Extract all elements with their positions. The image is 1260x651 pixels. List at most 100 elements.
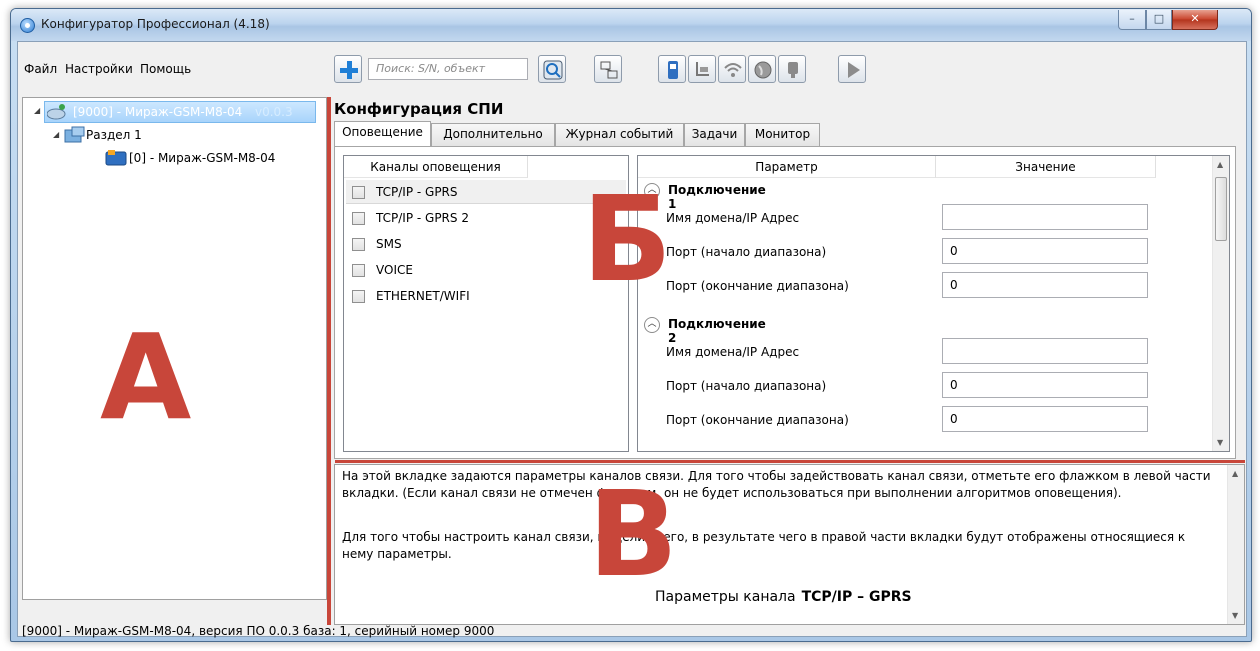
tree-section-label: Раздел 1 [86,128,142,142]
close-button[interactable]: ✕ [1172,10,1218,30]
maximize-button[interactable]: □ [1146,10,1172,30]
window-title: Конфигуратор Профессионал (4.18) [41,17,270,31]
param-column-header: Параметр [638,156,936,178]
description-pane: На этой вкладке задаются параметры канал… [334,464,1245,625]
tab-monitor[interactable]: Монитор [745,123,820,147]
menu-settings[interactable]: Настройки [65,62,133,76]
channel-checkbox[interactable] [352,238,365,251]
horizontal-splitter[interactable] [335,460,1245,463]
channel-params-name: TCP/IP – GPRS [801,589,912,605]
port-end-input[interactable]: 0 [942,272,1148,298]
param-label: Порт (начало диапазона) [666,245,827,259]
scroll-up-icon[interactable]: ▲ [1232,469,1238,478]
scroll-thumb[interactable] [1215,177,1227,241]
connect-button[interactable] [594,55,622,83]
port-end-input[interactable]: 0 [942,406,1148,432]
menu-help[interactable]: Помощь [140,62,191,76]
group-title: Подключение 1 [668,183,766,211]
scroll-up-icon[interactable]: ▲ [1217,160,1223,169]
param-value: 0 [950,244,958,258]
domain-ip-input[interactable] [942,204,1148,230]
modem-icon [696,62,709,76]
port-start-input[interactable]: 0 [942,372,1148,398]
annotation-b: Б [582,170,672,308]
wifi-button[interactable] [718,55,746,83]
tree-item-device-root[interactable]: [9000] - Мираж-GSM-M8-04 v0.0.3 [44,101,316,123]
channel-checkbox[interactable] [352,212,365,225]
minimize-button[interactable]: – [1118,10,1146,30]
tree-item-section[interactable]: Раздел 1 [64,125,264,147]
menu-file[interactable]: Файл [24,62,57,76]
tab-tasks[interactable]: Задачи [684,123,745,147]
params-grid: Параметр Значение ︿ Подключение 1 Имя до… [637,155,1230,452]
description-scrollbar[interactable]: ▲ ▼ [1227,465,1244,624]
tree-root-version: v0.0.3 [255,105,293,119]
channel-label: TCP/IP - GPRS [376,185,458,199]
globe-icon [754,61,772,79]
vertical-splitter[interactable] [327,97,331,625]
description-text: На этой вкладке задаются параметры канал… [342,469,1211,500]
param-value: 0 [950,412,958,426]
tree-item-device[interactable]: [0] - Мираж-GSM-M8-04 [105,148,315,170]
usb-icon [668,61,678,79]
description-text: Для того чтобы настроить канал связи, вы… [342,530,1186,561]
param-label: Порт (окончание диапазона) [666,413,849,427]
tab-panel: Каналы оповещения TCP/IP - GPRS TCP/IP -… [334,146,1236,459]
status-text: [9000] - Мираж-GSM-M8-04, версия ПО 0.0.… [22,624,495,638]
run-button[interactable] [838,55,866,83]
channel-checkbox[interactable] [352,186,365,199]
usb-button[interactable] [658,55,686,83]
channel-checkbox[interactable] [352,290,365,303]
modem-button[interactable] [688,55,716,83]
scroll-down-icon[interactable]: ▼ [1217,438,1223,447]
param-label: Имя домена/IP Адрес [666,345,800,359]
channel-label: TCP/IP - GPRS 2 [376,211,469,225]
tab-notification[interactable]: Оповещение [334,121,431,147]
param-label: Имя домена/IP Адрес [666,211,800,225]
channel-label: ETHERNET/WIFI [376,289,470,303]
channel-label: VOICE [376,263,413,277]
add-button[interactable] [334,55,362,83]
menu-bar: Файл Настройки Помощь [18,42,318,97]
scroll-down-icon[interactable]: ▼ [1232,611,1238,620]
collapse-icon[interactable]: ︿ [644,317,660,333]
page-title: Конфигурация СПИ [334,100,504,118]
channel-checkbox[interactable] [352,264,365,277]
group-title: Подключение 2 [668,317,766,345]
params-scrollbar[interactable]: ▲ ▼ [1212,156,1229,451]
value-column-header: Значение [936,156,1156,178]
device-icon [788,62,798,78]
param-value: 0 [950,378,958,392]
globe-button[interactable] [748,55,776,83]
tree-root-label: [9000] - Мираж-GSM-M8-04 [73,105,243,119]
device-button[interactable] [778,55,806,83]
search-button[interactable] [538,55,566,83]
annotation-a: А [100,308,192,446]
plus-icon [340,61,358,79]
port-start-input[interactable]: 0 [942,238,1148,264]
satellite-icon [47,104,66,120]
search-device-icon [543,60,563,80]
channel-params-title: Параметры канала TCP/IP – GPRS [655,589,912,605]
config-panel: Конфигурация СПИ Оповещение Дополнительн… [334,97,1246,459]
title-bar: Конфигуратор Профессионал (4.18) – □ ✕ [11,9,1251,41]
channels-header: Каналы оповещения [344,156,528,178]
wifi-icon [724,63,742,77]
device-node-icon [105,150,127,166]
tab-event-log[interactable]: Журнал событий [555,123,684,147]
expand-icon[interactable]: ◢ [34,106,40,115]
network-icon [600,61,618,79]
expand-icon[interactable]: ◢ [53,130,59,139]
param-label: Порт (окончание диапазона) [666,279,849,293]
tab-additional[interactable]: Дополнительно [431,123,555,147]
param-value: 0 [950,278,958,292]
channel-label: SMS [376,237,402,251]
domain-ip-input[interactable] [942,338,1148,364]
section-icon [64,126,85,143]
status-bar: [9000] - Мираж-GSM-M8-04, версия ПО 0.0.… [18,624,1246,638]
param-label: Порт (начало диапазона) [666,379,827,393]
toolbar: Поиск: S/N, объект [328,50,1246,90]
search-input[interactable]: Поиск: S/N, объект [368,58,528,80]
search-placeholder: Поиск: S/N, объект [376,62,486,75]
play-icon [848,62,860,78]
